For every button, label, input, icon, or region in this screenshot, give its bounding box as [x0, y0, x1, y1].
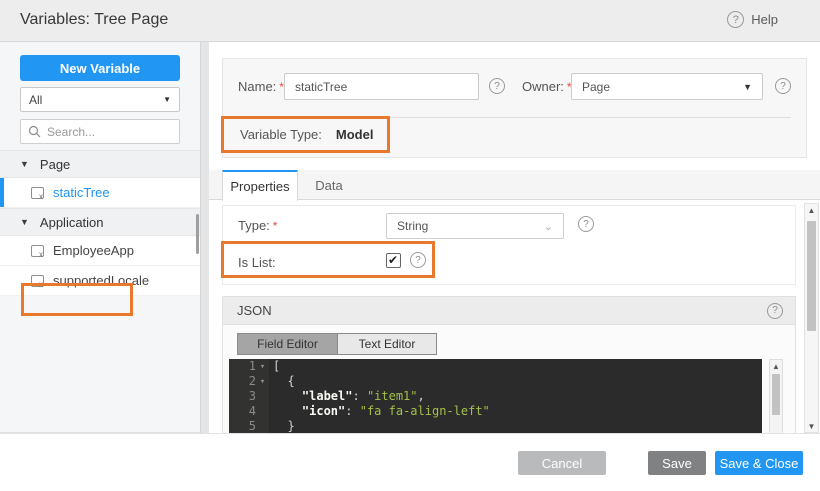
type-help-icon[interactable]: ? [578, 216, 594, 232]
collapse-caret-icon: ▼ [20, 159, 29, 169]
tree-group-label: Application [39, 214, 104, 230]
editor-scrollbar-thumb[interactable] [772, 374, 780, 415]
text-editor-button[interactable]: Text Editor [337, 333, 437, 355]
json-title: JSON [237, 303, 272, 318]
tab-properties[interactable]: Properties [222, 170, 298, 201]
fold-caret-icon[interactable] [256, 373, 269, 390]
line-number: 5 [248, 419, 256, 433]
name-label: Name: * [238, 79, 284, 94]
filter-selected-value: All [29, 92, 43, 107]
search-input[interactable] [47, 124, 157, 139]
tree-item-label: supportedLocale [53, 273, 150, 288]
dialog-header: Variables: Tree Page ? Help [0, 0, 820, 42]
properties-panel: Type:* String ⌄ ? Is List: ? [221, 205, 796, 285]
type-label: Type: * [238, 218, 278, 233]
tree-item-label: staticTree [53, 185, 110, 200]
variable-filter-select[interactable]: All ▼ [20, 87, 180, 112]
type-select[interactable]: String ⌄ [386, 213, 564, 239]
variables-sidebar: New Variable All ▼ ▼ Page staticTree ▼ A… [0, 42, 200, 433]
scroll-up-icon[interactable]: ▲ [805, 204, 818, 216]
save-and-close-button[interactable]: Save & Close [715, 451, 803, 475]
code-text: "icon": "fa fa-align-left" [301, 404, 490, 418]
page-title: Variables: Tree Page [20, 11, 169, 28]
selected-indicator [0, 178, 4, 207]
tab-data[interactable]: Data [305, 170, 353, 200]
json-help-icon[interactable]: ? [767, 302, 783, 319]
help-link[interactable]: ? Help [727, 11, 778, 28]
variable-search[interactable] [20, 119, 180, 144]
search-icon [28, 125, 41, 138]
code-line: 4 "icon": "fa fa-align-left" [229, 404, 762, 419]
collapse-caret-icon: ▼ [20, 217, 29, 227]
owner-selected-value: Page [582, 79, 611, 94]
owner-select[interactable]: Page ▼ [571, 73, 763, 100]
json-section: JSON ? Field Editor Text Editor 1 [ 2 { … [222, 296, 796, 433]
is-list-checkbox[interactable] [386, 253, 401, 268]
type-selected-value: String [397, 219, 429, 233]
variable-type-label: Variable Type: [240, 127, 322, 142]
chevron-down-icon: ⌄ [543, 220, 553, 233]
json-section-header: JSON ? [223, 297, 795, 325]
tree-item-label: EmployeeApp [53, 243, 134, 258]
content-scrollbar[interactable]: ▲ ▼ [804, 203, 819, 433]
variable-form-panel: Name:* ? Owner:* Page ▼ ? Variable Type:… [221, 58, 807, 158]
line-number: 4 [248, 404, 256, 418]
detail-tab-bar: Properties Data [209, 170, 820, 201]
owner-help-icon[interactable]: ? [775, 78, 791, 94]
tree-group-label: Page [39, 156, 71, 172]
field-editor-button[interactable]: Field Editor [237, 333, 337, 355]
required-asterisk: * [272, 219, 278, 233]
help-icon: ? [727, 11, 745, 28]
content-scrollbar-thumb[interactable] [807, 221, 816, 331]
code-line: 2 { [229, 374, 762, 389]
variable-detail-panel: Name:* ? Owner:* Page ▼ ? Variable Type:… [209, 42, 820, 433]
variable-type-highlight-box: Variable Type: Model [221, 116, 391, 153]
save-button[interactable]: Save [648, 451, 706, 475]
chevron-down-icon: ▼ [743, 81, 752, 92]
scroll-down-icon[interactable]: ▼ [805, 420, 818, 432]
variable-icon [31, 274, 44, 289]
code-line: 3 "label": "item1", [229, 389, 762, 404]
line-number: 1 [248, 359, 256, 373]
dialog-footer: Cancel Save Save & Close [0, 433, 820, 491]
tree-item-employeeapp[interactable]: EmployeeApp [0, 236, 200, 266]
chevron-down-icon: ▼ [163, 95, 171, 104]
tree-group-application[interactable]: ▼ Application [0, 208, 200, 236]
code-line: 5 } [229, 419, 762, 433]
new-variable-button[interactable]: New Variable [20, 55, 180, 81]
cancel-button[interactable]: Cancel [518, 451, 606, 475]
variables-dialog: Variables: Tree Page ? Help New Variable… [0, 0, 820, 491]
sidebar-divider [200, 42, 209, 433]
name-input[interactable] [284, 73, 479, 100]
tree-item-statictree[interactable]: staticTree [0, 178, 200, 208]
scroll-up-icon[interactable]: ▲ [770, 360, 782, 372]
editor-scrollbar[interactable]: ▲ [769, 359, 783, 433]
line-number: 2 [248, 374, 256, 388]
is-list-label: Is List: [238, 255, 276, 270]
code-line: 1 [ [229, 359, 762, 374]
help-label: Help [751, 12, 778, 27]
variable-icon [31, 186, 44, 201]
editor-mode-buttons: Field Editor Text Editor [237, 333, 437, 355]
tree-item-supportedlocale[interactable]: supportedLocale [0, 266, 200, 296]
is-list-help-icon[interactable]: ? [410, 252, 426, 268]
json-code-editor[interactable]: 1 [ 2 { 3 "label": "item1", 4 "icon": "f… [229, 359, 762, 433]
code-text: "label": "item1", [301, 389, 425, 403]
line-number: 3 [248, 389, 256, 403]
code-text: [ [273, 359, 281, 373]
sidebar-scrollbar-thumb[interactable] [196, 214, 199, 254]
tree-group-page[interactable]: ▼ Page [0, 150, 200, 178]
variable-type-value: Model [335, 127, 374, 142]
variables-tree: ▼ Page staticTree ▼ Application Employee… [0, 150, 200, 296]
variable-icon [31, 244, 44, 259]
code-text: } [273, 419, 295, 433]
owner-label: Owner: * [522, 79, 572, 94]
code-text: { [273, 374, 295, 388]
name-help-icon[interactable]: ? [489, 78, 505, 94]
